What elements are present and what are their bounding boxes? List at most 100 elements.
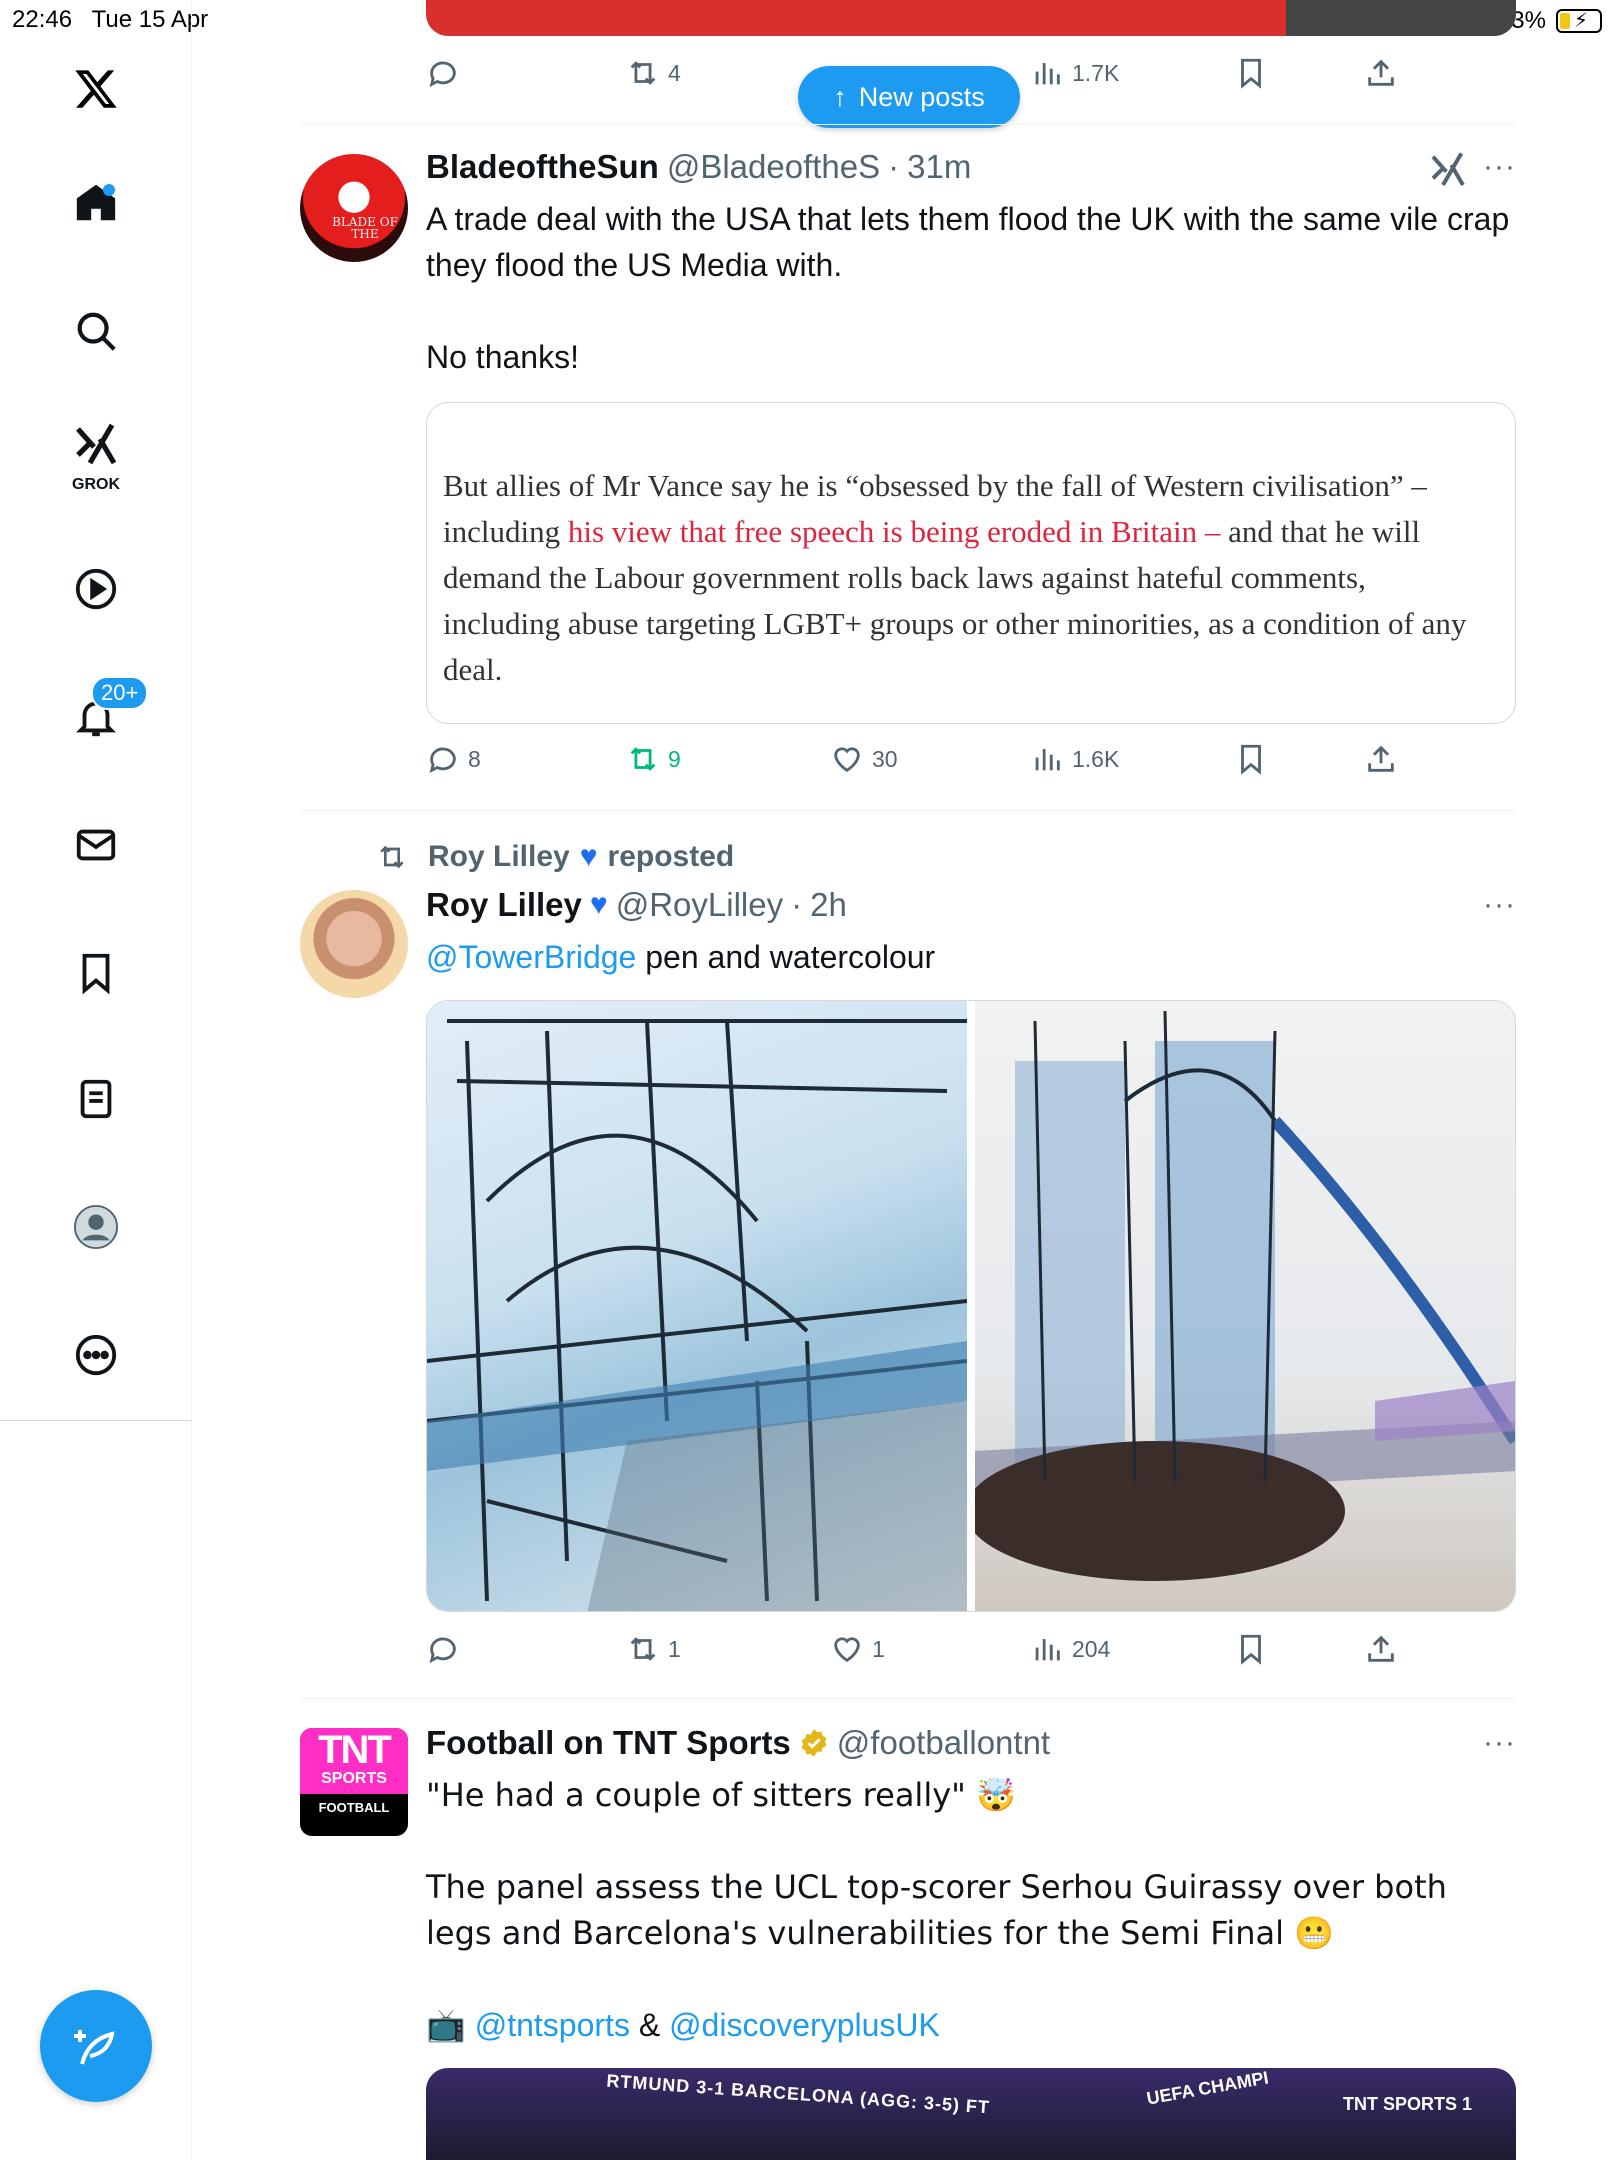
video-banner: RTMUND 3-1 BARCELONA (AGG: 3-5) FT [605,2070,991,2118]
retweet-icon [630,747,656,771]
messages-icon[interactable] [51,800,141,890]
share-icon [1368,1635,1394,1662]
tv-icon: 📺 [426,2006,466,2044]
grok-icon[interactable] [1428,150,1468,190]
media-image[interactable] [965,1001,1515,1611]
new-posts-label: New posts [858,81,985,112]
views-icon [1035,1639,1060,1661]
notifications-icon[interactable]: 20+ [51,672,149,762]
views-button[interactable]: 204 [1030,1632,1110,1666]
author-handle[interactable]: @RoyLilley [616,886,783,924]
video-brand: TNT SPORTS 1 [1342,2094,1472,2114]
more-options-icon[interactable]: ··· [1483,888,1516,922]
reply-count: 8 [468,745,481,772]
bookmark-icon [1241,1634,1261,1665]
share-button[interactable] [1364,56,1398,90]
mention-link[interactable]: @tntsports [475,2007,630,2043]
views-count: 204 [1072,1635,1111,1662]
reply-icon [429,1637,456,1663]
like-button[interactable]: 30 [830,742,898,776]
post-media-gallery[interactable] [426,1000,1516,1612]
quoted-image[interactable]: But allies of Mr Vance say he is “obsess… [426,402,1516,724]
author-name[interactable]: Roy Lilley [426,886,582,924]
more-options-icon[interactable]: ··· [1483,1726,1516,1760]
reply-button[interactable] [426,1632,460,1666]
views-button[interactable]: 1.6K [1030,742,1119,776]
avatar[interactable]: BLADE OF THE [300,154,408,262]
post-time[interactable]: 2h [810,886,847,924]
post-video[interactable]: RTMUND 3-1 BARCELONA (AGG: 3-5) FT UEFA … [426,2068,1516,2160]
video-ucl-text: UEFA CHAMPI [1145,2068,1271,2109]
post-text: @TowerBridge pen and watercolour [426,939,936,975]
bookmark-button[interactable] [1234,1632,1268,1666]
retweet-button[interactable]: 1 [626,1632,681,1666]
sidebar-divider [0,1420,192,1421]
post-time[interactable]: 31m [907,148,971,186]
post-actions: 8 9 30 1.6K [426,742,1516,782]
retweet-icon [630,61,656,85]
post-actions: 1 1 204 [426,1632,1516,1672]
author-name[interactable]: BladeoftheSun [426,148,659,186]
retweet-count: 1 [668,1635,681,1662]
home-icon[interactable] [51,158,141,248]
sidebar: GROK 20+ [0,0,192,2160]
reply-button[interactable]: 8 [426,742,481,776]
reposted-label: reposted [607,840,735,873]
more-options-icon[interactable]: ··· [1483,150,1516,184]
x-logo-icon[interactable] [51,44,141,134]
post-header: BladeoftheSun @BladeoftheS · 31m [426,148,971,186]
retweet-button[interactable]: 4 [626,56,681,90]
home-notification-dot [103,184,115,196]
retweet-icon [630,1637,656,1661]
profile-icon[interactable] [51,1182,141,1272]
author-handle[interactable]: @footballontnt [837,1724,1050,1762]
post-header: Football on TNT Sports @footballontnt [426,1724,1050,1762]
separator-dot: · [888,148,900,185]
avatar[interactable]: TNT SPORTS FOOTBALL [300,1728,408,1836]
media-image[interactable] [427,1001,968,1611]
retweet-button[interactable]: 9 [626,742,681,776]
share-button[interactable] [1364,742,1398,776]
reply-icon [429,61,456,87]
author-handle[interactable]: @BladeoftheS [667,148,880,186]
video-icon[interactable] [51,544,141,634]
retweet-count: 4 [668,59,681,86]
reply-button[interactable] [426,56,460,90]
mention-link[interactable]: @discoveryplusUK [669,2007,940,2043]
new-posts-button[interactable]: ↑ New posts [798,66,1020,128]
grok-icon[interactable]: GROK [51,410,141,500]
views-count: 1.6K [1072,745,1120,772]
views-button[interactable]: 1.7K [1030,56,1119,90]
like-button[interactable]: 1 [830,1632,885,1666]
share-icon [1368,59,1394,86]
post-media-image[interactable] [426,0,1516,36]
search-icon[interactable] [51,286,141,376]
like-count: 1 [872,1635,885,1662]
post-text: "He had a couple of sitters really" 🤯 [426,1776,1016,1814]
grok-label: GROK [72,476,120,493]
bookmark-icon [1241,744,1261,775]
post-text: No thanks! [426,339,579,375]
post-text: The panel assess the UCL top-scorer Serh… [426,1868,1447,1952]
views-icon [1035,749,1060,771]
bookmarks-icon[interactable] [51,928,141,1018]
share-button[interactable] [1364,1632,1398,1666]
mention-link[interactable]: @TowerBridge [426,939,636,975]
reposted-by: Roy Lilley [428,840,570,873]
retweet-count: 9 [668,745,681,772]
reply-icon [429,747,456,773]
post-text: A trade deal with the USA that lets them… [426,201,1510,283]
bookmark-button[interactable] [1234,56,1268,90]
share-icon [1368,745,1394,772]
lists-icon[interactable] [51,1054,141,1144]
repost-indicator[interactable]: Roy Lilley ♥ reposted [376,840,734,874]
author-name[interactable]: Football on TNT Sports [426,1724,791,1762]
post-divider [300,124,1516,125]
bookmark-button[interactable] [1234,742,1268,776]
views-icon [1035,63,1060,85]
more-icon[interactable] [51,1310,141,1400]
compose-button[interactable] [40,1990,152,2102]
post-text: 📺 @tntsports & @discoveryplusUK [426,2006,940,2044]
avatar-text: SPORTS [321,1770,387,1787]
avatar[interactable] [300,890,408,998]
